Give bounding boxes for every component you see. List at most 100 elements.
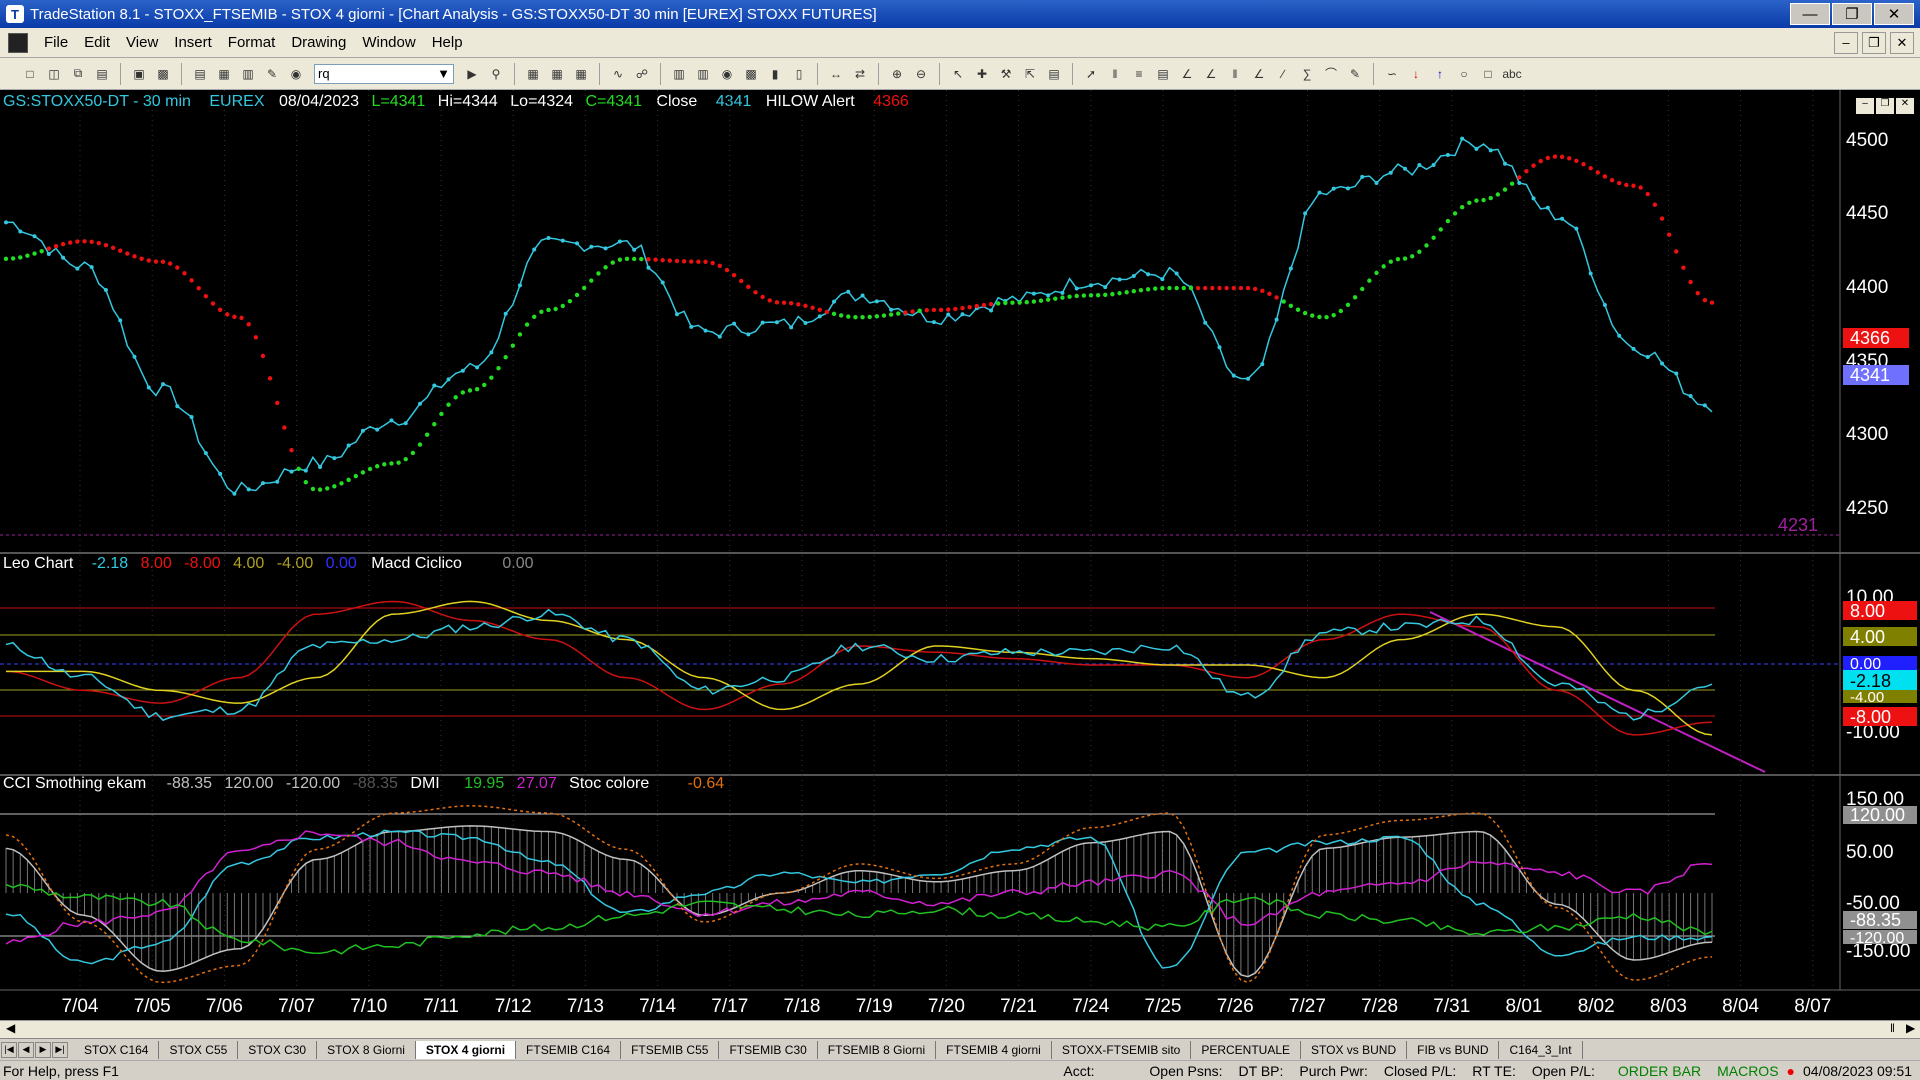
export-icon[interactable]: ⇱ [1021, 65, 1039, 83]
pen-icon[interactable]: ✎ [1346, 65, 1364, 83]
mdi-restore-button[interactable]: ❐ [1862, 31, 1886, 54]
print-icon[interactable]: ▩ [154, 65, 172, 83]
pointer-icon[interactable]: ↖ [949, 65, 967, 83]
gann-icon[interactable]: ‖ [1226, 65, 1244, 83]
rectangle-icon[interactable]: □ [1479, 65, 1497, 83]
tools-icon[interactable]: ⚒ [997, 65, 1015, 83]
cci-line[interactable] [5, 825, 1713, 978]
price-axis[interactable]: 4500 4450 4400 4350 4300 4250 4366 4341 [1843, 130, 1909, 519]
fib-icon[interactable]: ∑ [1298, 65, 1316, 83]
tab-stox-4-giorni[interactable]: STOX 4 giorni [415, 1040, 517, 1059]
draw-icon[interactable]: ✎ [263, 65, 281, 83]
tab-ftsemib-c30[interactable]: FTSEMIB C30 [719, 1040, 818, 1059]
menu-insert[interactable]: Insert [166, 34, 220, 51]
chart-icon[interactable]: ▥ [239, 65, 257, 83]
mdi-minimize-button[interactable]: – [1834, 31, 1858, 54]
order-bar-button[interactable]: ORDER BAR [1610, 1063, 1709, 1079]
tab-last-icon[interactable]: ▶| [52, 1041, 68, 1058]
grid2-icon[interactable]: ▦ [548, 65, 566, 83]
tab-stox-c164[interactable]: STOX C164 [74, 1040, 160, 1059]
menu-format[interactable]: Format [220, 34, 284, 51]
restore-button[interactable]: ❐ [1832, 3, 1872, 25]
matrix-icon[interactable]: ▩ [742, 65, 760, 83]
expand-icon[interactable]: ↔ [827, 65, 845, 83]
chart-line-icon[interactable]: ∿ [609, 65, 627, 83]
zoom-chart-icon[interactable]: ⚲ [487, 65, 505, 83]
angle-icon[interactable]: ∠ [1250, 65, 1268, 83]
menu-file[interactable]: File [36, 34, 76, 51]
sheet-icon[interactable]: ▤ [1045, 65, 1063, 83]
insert-chart-icon[interactable]: ▥ [670, 65, 688, 83]
zoom-out-icon[interactable]: ⊖ [912, 65, 930, 83]
tab-ftsemib-4-giorni[interactable]: FTSEMIB 4 giorni [936, 1040, 1052, 1059]
play-icon[interactable]: ▶ [463, 65, 481, 83]
menu-view[interactable]: View [118, 34, 166, 51]
arrow-down-icon[interactable]: ↓ [1407, 65, 1425, 83]
new-icon[interactable]: □ [21, 65, 39, 83]
menu-window[interactable]: Window [354, 34, 423, 51]
tab-ftsemib-c55[interactable]: FTSEMIB C55 [621, 1040, 720, 1059]
chart-svg[interactable]: GS:STOXX50-DT - 30 min EUREX 08/04/2023 … [0, 90, 1920, 1020]
chart-restore-button[interactable]: ❐ [1876, 98, 1894, 114]
tab-first-icon[interactable]: |◀ [1, 1041, 17, 1058]
chart-minimize-button[interactable]: – [1856, 98, 1874, 114]
tab-stox-8-giorni[interactable]: STOX 8 Giorni [317, 1040, 416, 1059]
copy-icon[interactable]: ⧉ [69, 65, 87, 83]
macd-red-line[interactable] [5, 600, 1713, 736]
minimize-button[interactable]: — [1790, 3, 1830, 25]
scroll-left-icon[interactable]: ◀ [6, 1021, 15, 1035]
tab-next-icon[interactable]: ▶ [35, 1041, 51, 1058]
macd-yellow-line[interactable] [6, 600, 1713, 736]
window-icon[interactable]: ▤ [191, 65, 209, 83]
fan-icon[interactable]: ∠ [1178, 65, 1196, 83]
tab-ftsemib-8-giorni[interactable]: FTSEMIB 8 Giorni [818, 1040, 937, 1059]
cci-fast-line[interactable] [5, 829, 1713, 969]
menu-help[interactable]: Help [424, 34, 471, 51]
trendline[interactable] [1429, 611, 1766, 773]
channel-icon[interactable]: ▤ [1154, 65, 1172, 83]
vertical-lines-icon[interactable]: ‖ [1106, 65, 1124, 83]
arrow-up-icon[interactable]: ↑ [1431, 65, 1449, 83]
panel2-axis[interactable]: 10.00 -10.00 8.00 4.00 0.00 -2.18 -4.00 … [1843, 587, 1917, 743]
panel3-axis[interactable]: 150.00 50.00 -50.00 -150.00 120.00 -88.3… [1843, 789, 1917, 962]
tab-percentuale[interactable]: PERCENTUALE [1191, 1040, 1302, 1059]
ellipse-icon[interactable]: ○ [1455, 65, 1473, 83]
menu-edit[interactable]: Edit [76, 34, 118, 51]
curve-icon[interactable]: ∽ [1383, 65, 1401, 83]
speed-lines-icon[interactable]: ∠ [1202, 65, 1220, 83]
tab-ftsemib-c164[interactable]: FTSEMIB C164 [516, 1040, 622, 1059]
close-button[interactable]: ✕ [1874, 3, 1914, 25]
dmi-plus-line[interactable] [5, 883, 1713, 955]
globe-icon[interactable]: ◉ [287, 65, 305, 83]
tab-stoxx-ftsemib-sito[interactable]: STOXX-FTSEMIB sito [1052, 1040, 1192, 1059]
window-cascade-icon[interactable]: ▦ [215, 65, 233, 83]
symbol-combo[interactable]: rq ▼ [314, 63, 454, 84]
grid-icon[interactable]: ▦ [524, 65, 542, 83]
menu-drawing[interactable]: Drawing [283, 34, 354, 51]
insert-study-icon[interactable]: ▥ [694, 65, 712, 83]
crosshair-icon[interactable]: ✚ [973, 65, 991, 83]
price-line[interactable] [5, 137, 1713, 495]
chart-area[interactable]: GS:STOXX50-DT - 30 min EUREX 08/04/2023 … [0, 90, 1920, 1020]
scroll-right-icon[interactable]: ▶ [1906, 1021, 1915, 1035]
chart-link-icon[interactable]: ☍ [633, 65, 651, 83]
trendline-icon[interactable]: ➚ [1082, 65, 1100, 83]
horizontal-scrollbar[interactable]: ◀ ‖ ▶ [0, 1020, 1920, 1038]
open-icon[interactable]: ◫ [45, 65, 63, 83]
mdi-close-button[interactable]: ✕ [1890, 31, 1914, 54]
radar-icon[interactable]: ◉ [718, 65, 736, 83]
scroll-bars-icon[interactable]: ‖ [1890, 1021, 1895, 1035]
bar-chart-icon[interactable]: ▮ [766, 65, 784, 83]
text-icon[interactable]: abc [1502, 65, 1521, 83]
tab-fib-vs-bund[interactable]: FIB vs BUND [1407, 1040, 1500, 1059]
tab-stox-c30[interactable]: STOX C30 [238, 1040, 318, 1059]
macros-button[interactable]: MACROS [1709, 1063, 1786, 1079]
tab-prev-icon[interactable]: ◀ [18, 1041, 34, 1058]
folder-icon[interactable]: ▤ [93, 65, 111, 83]
tab-c164-3-int[interactable]: C164_3_Int [1499, 1040, 1583, 1059]
tab-stox-vs-bund[interactable]: STOX vs BUND [1301, 1040, 1408, 1059]
compress-icon[interactable]: ⇄ [851, 65, 869, 83]
table-icon[interactable]: ▦ [572, 65, 590, 83]
parallel-icon[interactable]: ∕ [1274, 65, 1292, 83]
chevron-down-icon[interactable]: ▼ [437, 66, 450, 81]
